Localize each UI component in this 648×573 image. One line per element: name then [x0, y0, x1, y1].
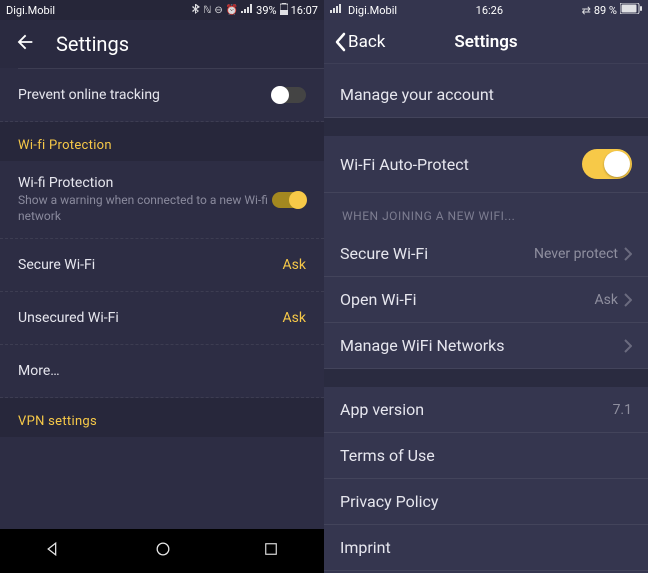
imprint-label: Imprint [340, 538, 632, 557]
open-wifi-label: Open Wi-Fi [340, 290, 595, 309]
manage-networks-chevron [624, 339, 632, 353]
unsecured-wifi-row[interactable]: Unsecured Wi-Fi Ask [0, 292, 324, 345]
signal-icon [330, 4, 344, 16]
status-icons: ℕ ⊖ ⏰ 39% 16:07 [192, 3, 318, 18]
battery-percent: 39% [256, 4, 276, 17]
open-wifi-value: Ask [595, 292, 632, 308]
header: Back Settings [324, 20, 648, 64]
battery-percent: 89 % [594, 4, 617, 17]
status-bar: Digi.Mobil 16:26 ⇄ 89 % [324, 0, 648, 20]
privacy-label: Privacy Policy [340, 492, 632, 511]
more-row[interactable]: More… [0, 345, 324, 398]
battery-icon [620, 3, 642, 17]
carrier-label: Digi.Mobil [6, 4, 55, 17]
secure-wifi-row[interactable]: Secure Wi-Fi Ask [0, 239, 324, 292]
secure-wifi-label: Secure Wi-Fi [18, 257, 283, 273]
unsecured-wifi-label: Unsecured Wi-Fi [18, 310, 283, 326]
more-label: More… [18, 363, 306, 379]
wifi-protection-toggle[interactable] [272, 192, 306, 208]
page-title: Settings [454, 32, 517, 52]
android-nav-bar [0, 529, 324, 573]
back-arrow-icon[interactable] [14, 31, 36, 57]
prevent-tracking-row[interactable]: Prevent online tracking [0, 69, 324, 122]
chevron-right-icon [624, 339, 632, 353]
wifi-protection-label: Wi-fi Protection [18, 175, 272, 191]
wifi-auto-protect-row[interactable]: Wi-Fi Auto-Protect [324, 136, 648, 193]
prevent-tracking-label: Prevent online tracking [18, 87, 272, 103]
time-label: 16:07 [291, 4, 318, 17]
settings-list: Manage your account Wi-Fi Auto-Protect W… [324, 64, 648, 571]
app-version-value: 7.1 [613, 402, 632, 418]
dnd-icon: ⊖ [214, 5, 222, 16]
app-version-label: App version [340, 400, 613, 419]
chevron-right-icon [624, 293, 632, 307]
joining-wifi-section: WHEN JOINING A NEW WIFI... [324, 193, 648, 231]
nav-home-icon[interactable] [153, 539, 173, 563]
signal-icon [241, 4, 253, 16]
android-screen: Digi.Mobil ℕ ⊖ ⏰ 39% 16:07 Settings Prev [0, 0, 324, 573]
secure-wifi-row[interactable]: Secure Wi-Fi Never protect [324, 231, 648, 277]
chevron-left-icon [334, 32, 346, 52]
page-title: Settings [56, 32, 129, 56]
app-version-row: App version 7.1 [324, 387, 648, 433]
nav-recent-icon[interactable] [262, 540, 280, 562]
nfc-icon: ℕ [203, 5, 211, 16]
wifi-auto-protect-label: Wi-Fi Auto-Protect [340, 155, 582, 174]
prevent-tracking-toggle[interactable] [272, 87, 306, 103]
settings-list: Prevent online tracking Wi-fi Protection… [0, 68, 324, 529]
chevron-right-icon [624, 247, 632, 261]
wifi-protection-row[interactable]: Wi-fi Protection Show a warning when con… [0, 161, 324, 239]
back-label: Back [348, 32, 385, 52]
time-label: 16:26 [476, 4, 503, 17]
status-bar: Digi.Mobil ℕ ⊖ ⏰ 39% 16:07 [0, 0, 324, 20]
battery-icon [280, 3, 288, 18]
secure-wifi-label: Secure Wi-Fi [340, 244, 534, 263]
secure-wifi-value: Never protect [534, 246, 632, 262]
nav-back-icon[interactable] [44, 539, 64, 563]
vpn-icon: ⇄ [582, 4, 591, 17]
ios-screen: Digi.Mobil 16:26 ⇄ 89 % Back Settings Ma… [324, 0, 648, 573]
alarm-icon: ⏰ [226, 5, 238, 16]
wifi-protection-section: Wi-fi Protection [0, 122, 324, 161]
header: Settings [0, 20, 324, 68]
open-wifi-row[interactable]: Open Wi-Fi Ask [324, 277, 648, 323]
back-button[interactable]: Back [334, 32, 385, 52]
wifi-auto-protect-toggle[interactable] [582, 149, 632, 179]
vpn-settings-section: VPN settings [0, 398, 324, 437]
carrier-label: Digi.Mobil [348, 4, 397, 17]
terms-label: Terms of Use [340, 446, 632, 465]
unsecured-wifi-value: Ask [283, 310, 306, 326]
secure-wifi-value: Ask [283, 257, 306, 273]
manage-networks-row[interactable]: Manage WiFi Networks [324, 323, 648, 369]
bluetooth-icon [192, 4, 200, 17]
manage-account-row[interactable]: Manage your account [324, 72, 648, 118]
terms-row[interactable]: Terms of Use [324, 433, 648, 479]
manage-networks-label: Manage WiFi Networks [340, 336, 624, 355]
manage-account-label: Manage your account [340, 85, 632, 104]
privacy-row[interactable]: Privacy Policy [324, 479, 648, 525]
wifi-protection-sub: Show a warning when connected to a new W… [18, 193, 272, 224]
imprint-row[interactable]: Imprint [324, 525, 648, 571]
